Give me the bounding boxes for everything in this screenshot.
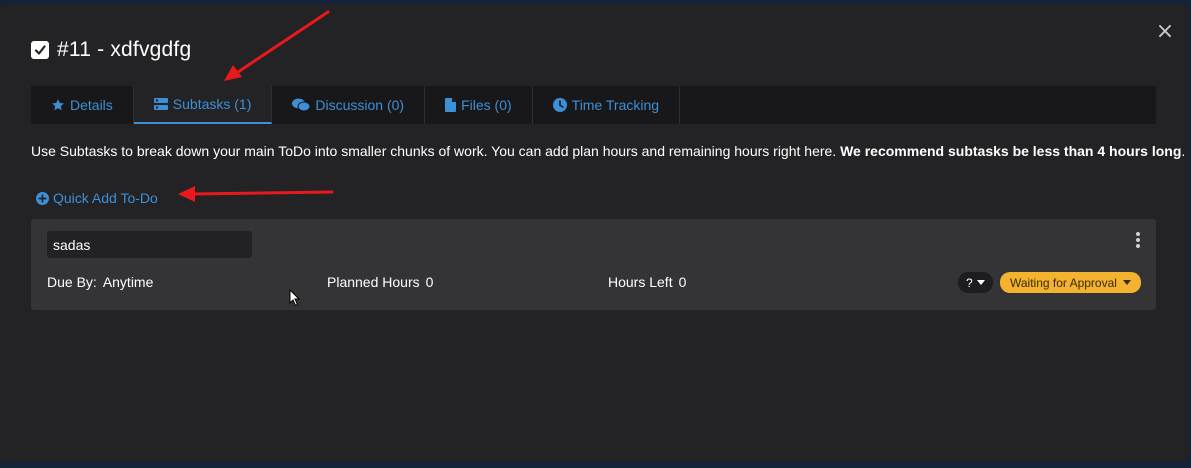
caret-down-icon — [1122, 280, 1131, 285]
status-label: Waiting for Approval — [1010, 275, 1117, 290]
tab-files[interactable]: Files (0) — [425, 86, 533, 124]
caret-down-icon — [976, 280, 985, 285]
tab-subtasks[interactable]: Subtasks (1) — [133, 86, 273, 124]
close-icon[interactable]: × — [1155, 21, 1175, 43]
checkbox-icon[interactable] — [31, 41, 49, 59]
modal-header: #11 - xdfvgdfg — [31, 35, 191, 65]
page-title: #11 - xdfvgdfg — [57, 38, 192, 61]
planned-hours-field[interactable]: Planned Hours 0 — [327, 274, 433, 290]
quick-add-label: Quick Add To-Do — [53, 190, 158, 206]
tab-label: Time Tracking — [571, 97, 660, 113]
hours-left-field[interactable]: Hours Left 0 — [608, 274, 686, 290]
due-by-field[interactable]: Due By: Anytime — [47, 274, 153, 290]
tab-label: Subtasks (1) — [172, 96, 252, 112]
tab-time-tracking[interactable]: Time Tracking — [533, 86, 681, 124]
file-icon — [445, 98, 457, 112]
description-text: Use Subtasks to break down your main ToD… — [31, 143, 841, 159]
more-options-icon[interactable] — [1134, 231, 1142, 249]
tasks-icon — [153, 98, 168, 110]
mouse-cursor-icon — [289, 289, 301, 307]
assignee-label: ? — [966, 275, 973, 290]
subtask-row: Due By: Anytime Planned Hours 0 Hours Left… — [31, 219, 1156, 310]
tab-label: Files (0) — [461, 97, 512, 113]
hours-left-value: 0 — [678, 274, 687, 290]
due-by-value: Anytime — [102, 274, 154, 290]
description-tail: . — [1181, 143, 1186, 159]
due-by-label: Due By: — [47, 274, 97, 290]
hours-left-label: Hours Left — [608, 274, 673, 290]
plus-circle-icon — [36, 191, 49, 205]
quick-add-todo-link[interactable]: Quick Add To-Do — [36, 190, 158, 206]
assignee-dropdown[interactable]: ? — [958, 272, 993, 293]
tab-label: Discussion (0) — [315, 97, 405, 113]
tab-label: Details — [70, 97, 113, 113]
planned-hours-value: 0 — [425, 274, 434, 290]
status-badge[interactable]: Waiting for Approval — [1000, 272, 1141, 293]
planned-hours-label: Planned Hours — [327, 274, 420, 290]
tab-discussion[interactable]: Discussion (0) — [272, 86, 426, 124]
subtasks-description: Use Subtasks to break down your main ToD… — [31, 143, 1185, 159]
description-emphasis: We recommend subtasks be less than 4 hou… — [840, 143, 1182, 159]
todo-modal: × #11 - xdfvgdfg Details Subtasks (1) Di… — [0, 4, 1189, 462]
clock-icon — [552, 98, 567, 112]
star-icon — [52, 99, 64, 111]
tab-details[interactable]: Details — [31, 86, 134, 124]
comments-icon — [292, 98, 311, 112]
subtask-name-input[interactable] — [47, 231, 252, 258]
tab-bar: Details Subtasks (1) Discussion (0) File… — [31, 86, 1156, 124]
